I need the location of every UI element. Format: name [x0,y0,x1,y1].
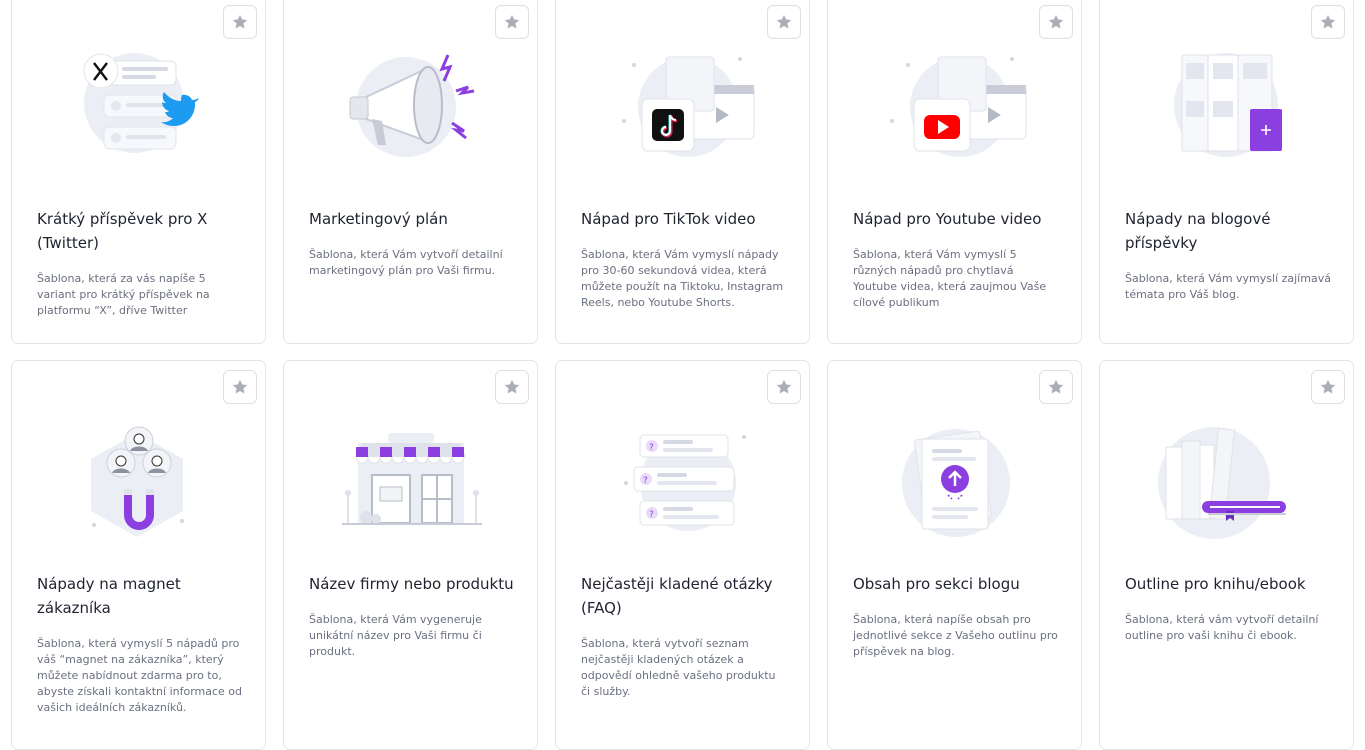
star-icon [504,379,520,394]
customer-magnet-illustration [91,426,184,537]
card-description: Šablona, která za vás napíše 5 variant p… [37,272,210,317]
card-description: Šablona, která vám vytvoří detailní outl… [1125,613,1319,642]
card-title: Marketingový plán [309,210,448,228]
template-card-company-name[interactable]: Název firmy nebo produktu Šablona, která… [283,360,538,750]
tiktok-video-illustration [622,56,755,157]
template-card-x-twitter[interactable]: Krátký příspěvek pro X (Twitter) Šablona… [11,0,266,344]
template-card-blog-section[interactable]: Obsah pro sekci blogu Šablona, která nap… [827,360,1082,750]
star-icon [1320,379,1336,394]
card-title: Nápady na blogové příspěvky [1125,210,1271,252]
faq-illustration: ? ? ? [624,434,746,531]
star-icon [504,14,520,29]
card-description: Šablona, která Vám vytvoří detailní mark… [309,248,503,277]
template-card-tiktok-video[interactable]: Nápad pro TikTok video Šablona, která Vá… [555,0,810,344]
card-description: Šablona, která vytvoří seznam nejčastěji… [581,637,776,698]
card-title: Název firmy nebo produktu [309,575,514,593]
blog-posts-illustration [1174,53,1282,157]
template-card-customer-magnet[interactable]: Nápady na magnet zákazníka Šablona, kter… [11,360,266,750]
favorite-star-button[interactable] [495,370,529,404]
card-description: Šablona, která vymyslí 5 nápadů pro váš … [37,637,243,714]
star-icon [232,14,248,29]
card-description: Šablona, která Vám vygeneruje unikátní n… [309,613,482,658]
youtube-video-illustration [890,56,1027,157]
star-icon [232,379,248,394]
favorite-star-button[interactable] [1039,370,1073,404]
book-illustration [1158,427,1286,539]
megaphone-illustration [349,54,475,157]
favorite-star-button[interactable] [767,370,801,404]
svg-text:?: ? [649,443,654,453]
star-icon [1048,379,1064,394]
x-twitter-illustration [83,53,199,153]
card-title: Outline pro knihu/ebook [1125,575,1306,593]
blog-section-upload-illustration [902,429,1010,537]
favorite-star-button[interactable] [495,5,529,39]
favorite-star-button[interactable] [223,5,257,39]
favorite-star-button[interactable] [1039,5,1073,39]
card-title: Obsah pro sekci blogu [853,575,1020,593]
star-icon [1320,14,1336,29]
template-card-faq[interactable]: ? ? ? Nejčastěji kladené otázky (FAQ) Ša… [555,360,810,750]
svg-text:?: ? [643,476,648,486]
star-icon [776,379,792,394]
card-title: Nápad pro TikTok video [581,210,756,228]
favorite-star-button[interactable] [767,5,801,39]
favorite-star-button[interactable] [1311,5,1345,39]
card-title: Nejčastěji kladené otázky (FAQ) [581,575,773,617]
card-description: Šablona, která Vám vymyslí nápady pro 30… [581,248,784,309]
template-card-youtube-video[interactable]: Nápad pro Youtube video Šablona, která V… [827,0,1082,344]
template-card-book-outline[interactable]: Outline pro knihu/ebook Šablona, která v… [1099,360,1354,750]
star-icon [776,14,792,29]
card-title: Krátký příspěvek pro X (Twitter) [37,210,208,252]
template-card-marketing-plan[interactable]: Marketingový plán Šablona, která Vám vyt… [283,0,538,344]
card-description: Šablona, která Vám vymyslí 5 různých náp… [853,248,1047,309]
card-title: Nápady na magnet zákazníka [37,575,181,617]
template-card-blog-posts[interactable]: Nápady na blogové příspěvky Šablona, kte… [1099,0,1354,344]
shop-illustration [342,433,482,525]
svg-text:?: ? [649,510,654,520]
favorite-star-button[interactable] [223,370,257,404]
star-icon [1048,14,1064,29]
template-grid: Krátký příspěvek pro X (Twitter) Šablona… [0,0,1365,750]
card-title: Nápad pro Youtube video [853,210,1042,228]
card-description: Šablona, která Vám vymyslí zajímavá téma… [1125,272,1331,301]
card-description: Šablona, která napíše obsah pro jednotli… [853,613,1058,658]
favorite-star-button[interactable] [1311,370,1345,404]
